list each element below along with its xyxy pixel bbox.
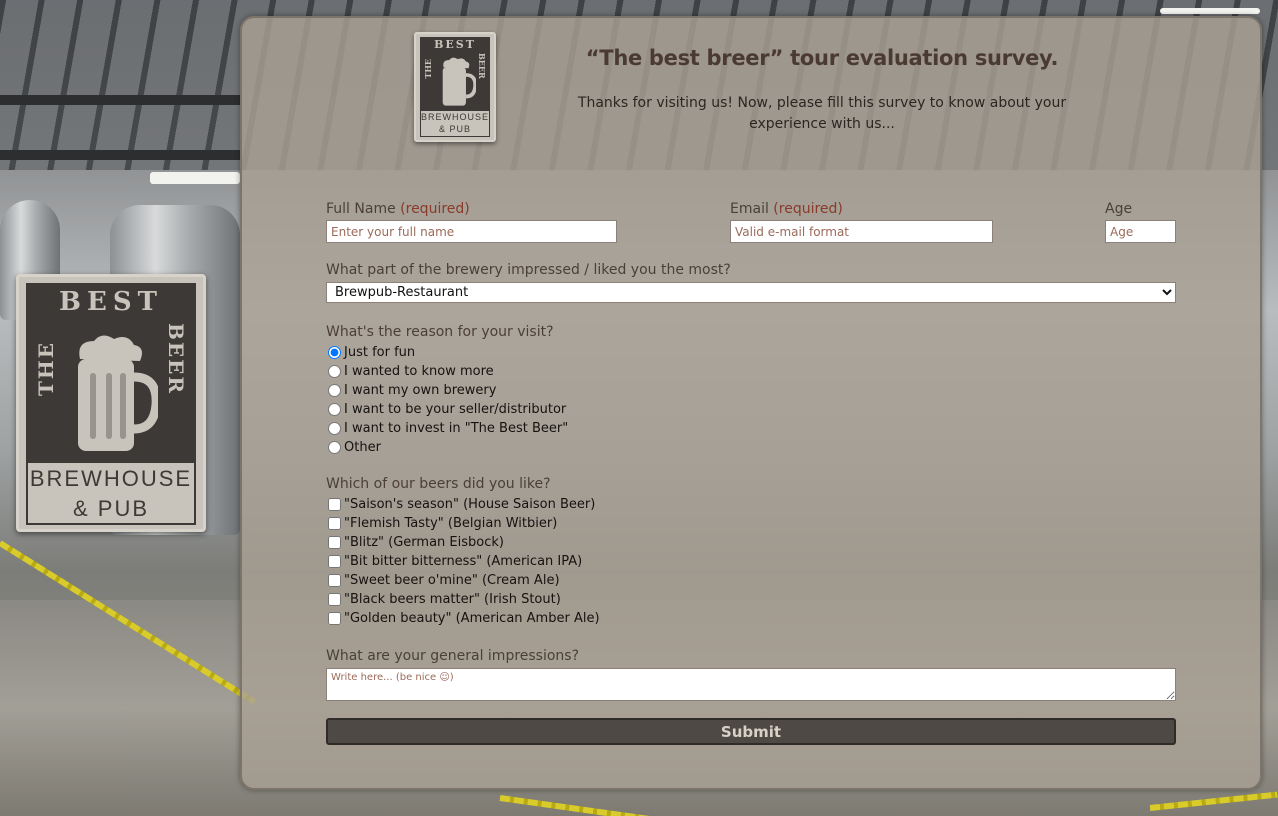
- background-light: [150, 172, 240, 184]
- logo-brewhouse-text: BREWHOUSE: [29, 466, 193, 491]
- background-pipe: [0, 150, 240, 160]
- survey-panel: BEST THE BEER BREWHOUSE & PUB “The best …: [240, 16, 1262, 790]
- beer-checkbox[interactable]: [328, 535, 341, 549]
- beer-option[interactable]: "Flemish Tasty" (Belgian Witbier): [326, 514, 557, 532]
- required-marker: (required): [773, 201, 843, 217]
- beer-option[interactable]: "Golden beauty" (American Amber Ale): [326, 609, 600, 627]
- logo-best-text: BEST: [59, 287, 163, 317]
- visit-reason-option-label: I want my own brewery: [344, 382, 497, 398]
- background-pipe: [0, 95, 240, 105]
- logo-pub-text: & PUB: [72, 496, 150, 521]
- visit-reason-radio[interactable]: [328, 440, 341, 454]
- beer-option-label: "Saison's season" (House Saison Beer): [344, 496, 596, 512]
- page-subtitle: Thanks for visiting us! Now, please fill…: [577, 95, 1067, 132]
- visit-reason-option-label: I want to be your seller/distributor: [344, 401, 567, 417]
- beer-option[interactable]: "Black beers matter" (Irish Stout): [326, 590, 561, 608]
- brewhouse-logo-large: BEST THE BEER BREWHOUSE & PUB: [16, 274, 206, 532]
- beer-option-label: "Blitz" (German Eisbock): [344, 534, 504, 550]
- beer-mug-icon: [442, 57, 476, 106]
- beer-option-label: "Golden beauty" (American Amber Ale): [344, 610, 600, 626]
- impressions-label: What are your general impressions?: [326, 648, 580, 664]
- beer-checkbox[interactable]: [328, 611, 341, 625]
- visit-reason-radio[interactable]: [328, 345, 341, 359]
- visit-reason-option[interactable]: I want to be your seller/distributor: [326, 400, 566, 418]
- visit-reason-option[interactable]: I want my own brewery: [326, 381, 496, 399]
- email-label: Email (required): [730, 201, 843, 217]
- visit-reason-option-label: I want to invest in "The Best Beer": [344, 420, 569, 436]
- beer-checkbox[interactable]: [328, 573, 341, 587]
- beer-checkbox[interactable]: [328, 516, 341, 530]
- beer-option-label: "Black beers matter" (Irish Stout): [344, 591, 561, 607]
- beer-option[interactable]: "Blitz" (German Eisbock): [326, 533, 504, 551]
- logo-brewhouse-text: BREWHOUSE: [421, 112, 490, 122]
- logo-pub-text: & PUB: [438, 124, 471, 134]
- visit-reason-label: What's the reason for your visit?: [326, 324, 554, 340]
- beer-checkbox[interactable]: [328, 497, 341, 511]
- full-name-label: Full Name (required): [326, 201, 470, 217]
- visit-reason-radio[interactable]: [328, 364, 341, 378]
- full-name-input[interactable]: [326, 220, 617, 243]
- visit-reason-radio[interactable]: [328, 402, 341, 416]
- background-light: [1160, 8, 1260, 14]
- logo-beer-text: BEER: [477, 53, 487, 79]
- visit-reason-option[interactable]: I wanted to know more: [326, 362, 494, 380]
- beer-option[interactable]: "Saison's season" (House Saison Beer): [326, 495, 595, 513]
- impressions-textarea[interactable]: [326, 668, 1176, 701]
- full-name-label-text: Full Name: [326, 201, 396, 217]
- beer-option-label: "Bit bitter bitterness" (American IPA): [344, 553, 583, 569]
- age-label: Age: [1105, 201, 1133, 217]
- beers-label: Which of our beers did you like?: [326, 476, 551, 492]
- visit-reason-option[interactable]: I want to invest in "The Best Beer": [326, 419, 568, 437]
- brewery-part-select[interactable]: Brewpub-Restaurant: [326, 282, 1176, 303]
- brewery-part-label: What part of the brewery impressed / lik…: [326, 262, 731, 278]
- visit-reason-radio[interactable]: [328, 383, 341, 397]
- visit-reason-option[interactable]: Just for fun: [326, 343, 415, 361]
- required-marker: (required): [400, 201, 470, 217]
- logo-best-text: BEST: [434, 38, 476, 51]
- logo-the-text: THE: [423, 59, 433, 79]
- beer-option-label: "Flemish Tasty" (Belgian Witbier): [344, 515, 558, 531]
- brewhouse-logo-small: BEST THE BEER BREWHOUSE & PUB: [414, 32, 496, 142]
- visit-reason-option-label: I wanted to know more: [344, 363, 494, 379]
- visit-reason-radio[interactable]: [328, 421, 341, 435]
- email-label-text: Email: [730, 201, 769, 217]
- page-title: “The best breer” tour evaluation survey.: [585, 46, 1059, 70]
- visit-reason-option-label: Just for fun: [344, 344, 416, 360]
- beer-checkbox[interactable]: [328, 592, 341, 606]
- age-input[interactable]: [1105, 220, 1176, 243]
- email-input[interactable]: [730, 220, 993, 243]
- submit-button[interactable]: Submit: [326, 718, 1176, 745]
- logo-the-text: THE: [34, 341, 58, 397]
- beer-option[interactable]: "Sweet beer o'mine" (Cream Ale): [326, 571, 560, 589]
- beer-option-label: "Sweet beer o'mine" (Cream Ale): [344, 572, 560, 588]
- beer-checkbox[interactable]: [328, 554, 341, 568]
- beer-mug-icon: [78, 335, 158, 451]
- visit-reason-option[interactable]: Other: [326, 438, 381, 456]
- beer-option[interactable]: "Bit bitter bitterness" (American IPA): [326, 552, 582, 570]
- logo-beer-text: BEER: [164, 323, 188, 396]
- visit-reason-option-label: Other: [344, 439, 381, 455]
